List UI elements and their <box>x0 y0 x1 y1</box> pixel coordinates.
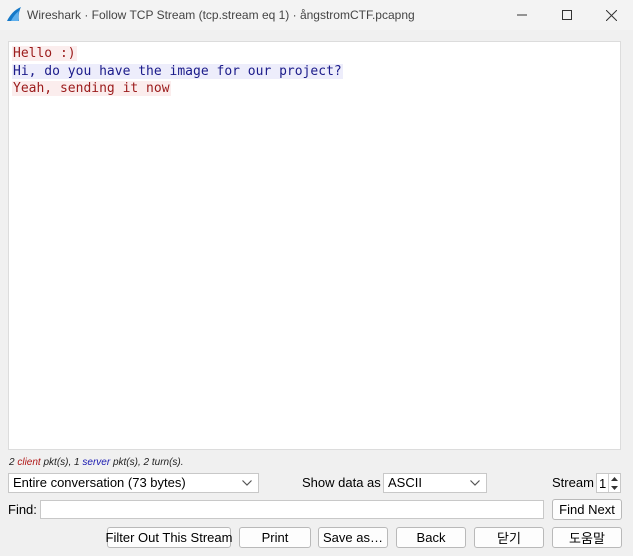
maximize-button[interactable] <box>545 0 589 30</box>
stream-line-client: Yeah, sending it now <box>12 80 343 98</box>
find-next-button[interactable]: Find Next <box>552 499 622 520</box>
filter-out-stream-button[interactable]: Filter Out This Stream <box>106 527 232 548</box>
stream-number-spinbox[interactable]: 1 <box>596 473 621 493</box>
stream-line-text: Hi, do you have the image for our projec… <box>12 63 343 79</box>
client-count: 2 <box>9 457 15 468</box>
close-button[interactable]: 닫기 <box>474 527 544 548</box>
title-bar: Wireshark · Follow TCP Stream (tcp.strea… <box>0 0 633 30</box>
minimize-icon <box>517 14 527 16</box>
packet-summary: 2 client pkt(s), 1 server pkt(s), 2 turn… <box>9 457 184 468</box>
find-label: Find: <box>8 502 37 517</box>
spin-up-icon[interactable] <box>609 474 620 483</box>
conversation-select-value: Entire conversation (73 bytes) <box>13 475 186 490</box>
server-word: server <box>82 457 111 468</box>
stream-number-value: 1 <box>599 476 607 491</box>
close-window-button[interactable] <box>589 0 633 30</box>
window-title: Wireshark · Follow TCP Stream (tcp.strea… <box>27 8 415 22</box>
maximize-icon <box>562 10 572 20</box>
server-count: 1 <box>74 457 80 468</box>
server-suffix: pkt(s), 2 turn(s). <box>110 457 184 468</box>
spin-down-icon[interactable] <box>609 483 620 492</box>
client-suffix: pkt(s), <box>40 457 75 468</box>
stream-lines: Hello :) Hi, do you have the image for o… <box>12 45 343 98</box>
find-input[interactable] <box>40 500 544 519</box>
spin-arrows[interactable] <box>608 474 620 492</box>
print-button[interactable]: Print <box>239 527 311 548</box>
chevron-down-icon <box>470 480 480 486</box>
client-word: client <box>17 457 41 468</box>
chevron-down-icon <box>242 480 252 486</box>
conversation-select[interactable]: Entire conversation (73 bytes) <box>8 473 259 493</box>
back-button[interactable]: Back <box>396 527 466 548</box>
save-as-button[interactable]: Save as… <box>318 527 388 548</box>
stream-line-text: Hello :) <box>12 46 77 61</box>
stream-line-client: Hello :) <box>12 45 343 63</box>
show-data-select[interactable]: ASCII <box>383 473 487 493</box>
close-icon <box>605 9 617 21</box>
wireshark-fin-icon <box>7 7 21 21</box>
show-data-label: Show data as <box>302 475 381 490</box>
stream-content-view[interactable]: Hello :) Hi, do you have the image for o… <box>8 41 621 450</box>
minimize-button[interactable] <box>500 0 544 30</box>
stream-label: Stream <box>552 475 594 490</box>
stream-line-server: Hi, do you have the image for our projec… <box>12 63 343 81</box>
stream-line-text: Yeah, sending it now <box>12 81 171 96</box>
show-data-select-value: ASCII <box>388 475 422 490</box>
help-button[interactable]: 도움말 <box>552 527 622 548</box>
